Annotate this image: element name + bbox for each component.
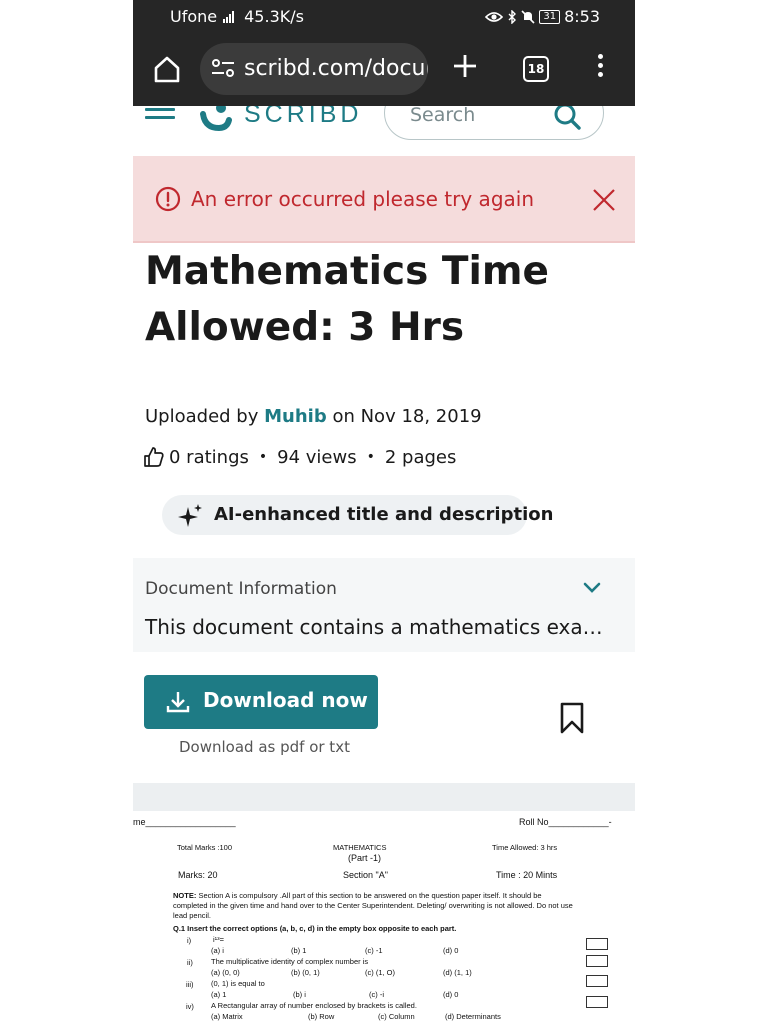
- scribd-wordmark[interactable]: SCRIBD: [244, 106, 362, 129]
- time-mints-label: Time : 20 Mints: [496, 870, 558, 880]
- ai-enhanced-badge[interactable]: AI-enhanced title and description: [162, 495, 553, 535]
- option-a: (a) Matrix: [211, 1012, 243, 1021]
- more-options-icon[interactable]: [595, 54, 605, 82]
- site-settings-icon[interactable]: [210, 57, 236, 79]
- question-number: iii): [186, 980, 194, 989]
- signal-icon: [223, 10, 235, 23]
- option-b: (b) (0, 1): [291, 968, 320, 977]
- bluetooth-icon: [508, 9, 517, 24]
- mute-bell-icon: [521, 9, 535, 24]
- ratings-count: 0 ratings: [169, 446, 249, 468]
- option-b: (b) 1: [291, 946, 307, 955]
- close-icon[interactable]: [592, 188, 616, 212]
- download-icon: [166, 692, 190, 713]
- option-a: (a) 1: [211, 990, 227, 999]
- option-d: (d) 0: [443, 990, 459, 999]
- search-input[interactable]: Search: [384, 106, 604, 140]
- option-c: (c) -i: [369, 990, 384, 999]
- marks-label: Marks: 20: [178, 870, 218, 880]
- option-b: (b) Row: [308, 1012, 335, 1021]
- upload-info: Uploaded by Muhib on Nov 18, 2019: [145, 406, 482, 427]
- doc-info-description: This document contains a mathematics exa…: [145, 615, 603, 639]
- battery-icon: 31: [539, 9, 561, 24]
- total-marks: Total Marks :100: [177, 843, 233, 852]
- answer-box: [586, 996, 608, 1008]
- error-message: An error occurred please try again: [191, 187, 534, 211]
- download-label: Download now: [203, 688, 368, 712]
- document-preview[interactable]: me__________________ Roll No____________…: [133, 783, 635, 1024]
- bookmark-icon[interactable]: [560, 702, 584, 734]
- sparkle-icon: [178, 504, 202, 527]
- document-title: Mathematics Time Allowed: 3 Hrs: [145, 249, 549, 350]
- separator-dot: •: [366, 449, 375, 465]
- answer-box: [586, 955, 608, 967]
- preview-page-gap: [133, 783, 635, 811]
- download-format-link[interactable]: Download as pdf or txt: [179, 738, 350, 756]
- name-field-label: me__________________: [133, 817, 236, 827]
- question-1-heading: Q.1 Insert the correct options (a, b, c,…: [173, 924, 457, 933]
- document-stats: 0 ratings • 94 views • 2 pages: [143, 446, 456, 468]
- roll-no-label: Roll No____________-: [519, 817, 612, 827]
- question-number: iv): [186, 1002, 194, 1011]
- url-text: scribd.com/docur: [244, 56, 428, 81]
- question-number: ii): [187, 958, 193, 967]
- uploaded-date: on Nov 18, 2019: [332, 406, 482, 427]
- option-c: (c) Column: [378, 1012, 415, 1021]
- site-header: SCRIBD Search: [133, 106, 635, 156]
- network-speed: 45.3K/s: [244, 7, 304, 26]
- instructions-note: NOTE: Section A is compulsory .All part …: [173, 891, 573, 921]
- pages-count: 2 pages: [384, 446, 457, 468]
- option-a: (a) i: [211, 946, 224, 955]
- chevron-down-icon[interactable]: [583, 582, 601, 594]
- home-icon[interactable]: [151, 53, 183, 85]
- option-c: (c) (1, O): [365, 968, 395, 977]
- author-link[interactable]: Muhib: [264, 406, 327, 427]
- option-d: (d) (1, 1): [443, 968, 472, 977]
- note-label: NOTE:: [173, 891, 197, 900]
- thumbs-up-icon[interactable]: [143, 446, 165, 468]
- download-now-button[interactable]: Download now: [144, 675, 378, 729]
- question-text: i¹³=: [213, 935, 225, 944]
- status-bar: Ufone 45.3K/s 31 8:53: [133, 0, 635, 34]
- clock: 8:53: [564, 7, 600, 26]
- carrier-name: Ufone: [170, 7, 218, 26]
- section-label: Section "A": [343, 870, 388, 880]
- search-placeholder: Search: [410, 106, 476, 126]
- uploaded-prefix: Uploaded by: [145, 406, 259, 427]
- tab-switcher-button[interactable]: 18: [523, 56, 549, 82]
- doc-info-heading: Document Information: [145, 579, 337, 599]
- question-text: The multiplicative identity of complex n…: [211, 957, 369, 966]
- option-b: (b) i: [293, 990, 306, 999]
- question-text: (0, 1) is equal to: [211, 979, 265, 988]
- option-c: (c) -1: [365, 946, 383, 955]
- answer-box: [586, 975, 608, 987]
- error-banner: An error occurred please try again: [133, 156, 635, 243]
- option-d: (d) 0: [443, 946, 459, 955]
- separator-dot: •: [258, 449, 268, 465]
- scribd-logo-icon[interactable]: [199, 106, 233, 134]
- document-information[interactable]: Document Information This document conta…: [133, 558, 635, 652]
- eye-icon: [485, 11, 504, 22]
- subject-heading: MATHEMATICS: [333, 843, 387, 852]
- option-a: (a) (0, 0): [211, 968, 240, 977]
- part-heading: (Part -1): [348, 853, 382, 863]
- new-tab-icon[interactable]: [451, 52, 479, 80]
- status-left: Ufone 45.3K/s: [170, 7, 304, 26]
- note-text: Section A is compulsory .All part of thi…: [173, 891, 573, 920]
- question-text: A Rectangular array of number enclosed b…: [211, 1001, 417, 1010]
- views-count: 94 views: [277, 446, 357, 468]
- phone-screen: Ufone 45.3K/s 31 8:53 scribd.com/docur 1…: [133, 0, 635, 1024]
- ai-enhanced-label: AI-enhanced title and description: [214, 504, 554, 525]
- alert-circle-icon: [155, 186, 181, 212]
- address-bar[interactable]: scribd.com/docur: [200, 43, 428, 95]
- browser-toolbar: scribd.com/docur 18: [133, 34, 635, 106]
- question-number: i): [187, 936, 192, 945]
- search-icon[interactable]: [552, 106, 582, 131]
- status-right: 31 8:53: [485, 7, 600, 26]
- answer-box: [586, 938, 608, 950]
- option-d: (d) Determinants: [445, 1012, 501, 1021]
- hamburger-menu-icon[interactable]: [145, 108, 175, 128]
- time-allowed: Time Allowed: 3 hrs: [492, 843, 558, 852]
